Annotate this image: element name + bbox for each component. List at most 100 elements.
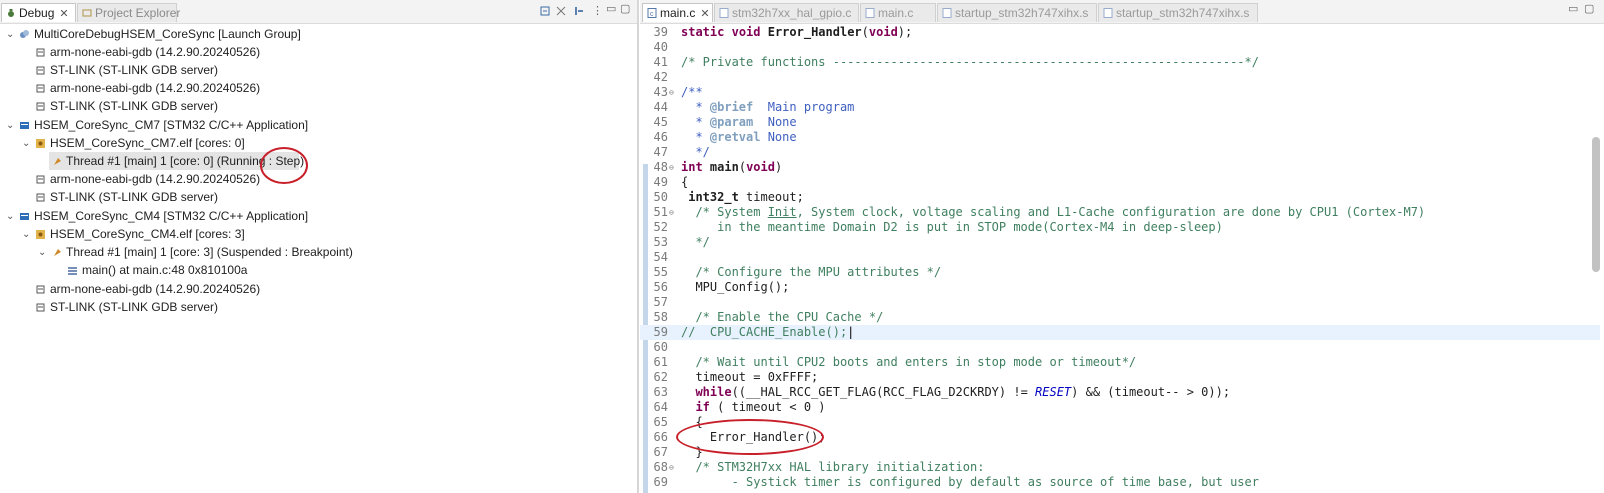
- tab-label: startup_stm32h747xihx.s: [955, 6, 1089, 20]
- line-number: 42: [653, 70, 668, 84]
- tree-item-label: Thread #1 [main] 1 [core: 3] (Suspended …: [66, 245, 353, 259]
- code-text: in the meantime Domain D2 is put in STOP…: [681, 220, 1223, 234]
- tree-item-cm7-thread[interactable]: Thread #1 [main] 1 [core: 0] (Running : …: [49, 152, 304, 170]
- fold-icon[interactable]: ⊖: [669, 160, 674, 175]
- chevron-down-icon[interactable]: ⌄: [6, 30, 15, 40]
- tree-item-cm7-config[interactable]: ⌄ HSEM_CoreSync_CM7 [STM32 C/C++ Applica…: [0, 116, 635, 134]
- code-line: 51 ⊖ /* System Init, System clock, voltag…: [640, 205, 1600, 220]
- debug-view: Debug ✕ Project Explorer ⋮ ▭ ▢ ⌄ MultiCor…: [0, 0, 639, 493]
- tree-item-stlink[interactable]: ST-LINK (ST-LINK GDB server): [0, 97, 635, 115]
- chevron-down-icon[interactable]: ⌄: [22, 230, 31, 240]
- code-line: 63 while((__HAL_RCC_GET_FLAG(RCC_FLAG_D2…: [640, 385, 1600, 400]
- view-menu-icon[interactable]: ⋮: [592, 4, 603, 17]
- code-text: while((__HAL_RCC_GET_FLAG(RCC_FLAG_D2CKR…: [695, 385, 1231, 399]
- tab-startup-s-2[interactable]: startup_stm32h747xihx.s: [1098, 3, 1258, 22]
- fold-icon[interactable]: ⊖: [669, 85, 674, 100]
- fold-icon[interactable]: ⊖: [669, 205, 674, 220]
- line-number: 68: [653, 460, 668, 474]
- debugger-process-icon: [36, 285, 45, 294]
- tree-item-stlink[interactable]: ST-LINK (ST-LINK GDB server): [0, 188, 635, 206]
- launch-config-icon: [20, 122, 29, 129]
- code-text: /**: [681, 85, 703, 99]
- code-line: 50 int32_t timeout;: [640, 190, 1600, 205]
- code-line: 68 ⊖ /* STM32H7xx HAL library initializat…: [640, 460, 1600, 475]
- code-line: 53 */: [640, 235, 1600, 250]
- code-line: 57: [640, 295, 1600, 310]
- line-number: 54: [653, 250, 668, 264]
- svg-text:c: c: [650, 11, 654, 18]
- tab-startup-s[interactable]: startup_stm32h747xihx.s: [937, 3, 1097, 22]
- fold-icon[interactable]: ⊖: [669, 460, 674, 475]
- code-text: - Systick timer is configured by default…: [681, 475, 1259, 489]
- code-text: Error_Handler();: [681, 430, 826, 444]
- asm-file-icon: [942, 8, 952, 18]
- code-text: /* STM32H7xx HAL library initialization:: [681, 460, 985, 474]
- code-line: 43 ⊖ /**: [640, 85, 1600, 100]
- tree-item-cm4-thread[interactable]: ⌄ Thread #1 [main] 1 [core: 3] (Suspende…: [0, 243, 635, 261]
- tree-item-cm4-elf[interactable]: ⌄ HSEM_CoreSync_CM4.elf [cores: 3]: [0, 225, 635, 243]
- code-line: 48 ⊖ int main(void): [640, 160, 1600, 175]
- tree-item-cm4-config[interactable]: ⌄ HSEM_CoreSync_CM4 [STM32 C/C++ Applica…: [0, 207, 635, 225]
- minimize-icon[interactable]: ▭: [1568, 2, 1578, 15]
- launch-group-icon: [20, 30, 29, 38]
- code-text: */: [681, 235, 710, 249]
- tree-item-gdb[interactable]: arm-none-eabi-gdb (14.2.90.20240526): [0, 79, 635, 97]
- code-text: }: [681, 445, 703, 459]
- tab-gpio-c[interactable]: stm32h7xx_hal_gpio.c: [714, 3, 859, 22]
- c-file-icon: [865, 8, 875, 18]
- tab-debug-label: Debug: [19, 6, 55, 20]
- tree-item-gdb[interactable]: arm-none-eabi-gdb (14.2.90.20240526): [0, 43, 635, 61]
- c-file-icon: [719, 8, 729, 18]
- debug-target-icon: [36, 230, 45, 239]
- tree-item-stlink[interactable]: ST-LINK (ST-LINK GDB server): [0, 298, 635, 316]
- code-line: 65 {: [640, 415, 1600, 430]
- close-icon[interactable]: ✕: [59, 8, 68, 20]
- code-area[interactable]: 39 static void Error_Handler(void); 40 41…: [640, 24, 1604, 493]
- line-number: 50: [653, 190, 668, 204]
- line-number: 53: [653, 235, 668, 249]
- code-line: 56 MPU_Config();: [640, 280, 1600, 295]
- maximize-icon[interactable]: ▢: [620, 2, 630, 15]
- code-line: 41 /* Private functions -----------------…: [640, 55, 1600, 70]
- tree-item-label: ST-LINK (ST-LINK GDB server): [50, 99, 219, 113]
- tree-item-cm7-elf[interactable]: ⌄ HSEM_CoreSync_CM7.elf [cores: 0]: [0, 134, 635, 152]
- tree-item-label: main() at main.c:48 0x810100a: [82, 263, 248, 277]
- code-line: 49 {: [640, 175, 1600, 190]
- line-number: 66: [653, 430, 668, 444]
- tree-item-launch-group[interactable]: ⌄ MultiCoreDebugHSEM_CoreSync [Launch Gr…: [0, 25, 635, 43]
- tab-label: startup_stm32h747xihx.s: [1116, 6, 1250, 20]
- chevron-down-icon[interactable]: ⌄: [22, 139, 31, 149]
- tab-label: stm32h7xx_hal_gpio.c: [732, 6, 852, 20]
- line-number: 55: [653, 265, 668, 279]
- tree-item-stlink[interactable]: ST-LINK (ST-LINK GDB server): [0, 61, 635, 79]
- chevron-down-icon[interactable]: ⌄: [6, 212, 15, 222]
- asm-file-icon: [1103, 8, 1113, 18]
- close-icon[interactable]: ✕: [700, 8, 709, 20]
- chevron-down-icon[interactable]: ⌄: [38, 248, 47, 258]
- chevron-down-icon[interactable]: ⌄: [6, 121, 15, 131]
- tab-project-explorer[interactable]: Project Explorer: [77, 3, 180, 22]
- remove-terminated-icon[interactable]: [556, 6, 566, 16]
- code-text: * @brief Main program: [681, 100, 855, 114]
- line-number: 48: [653, 160, 668, 174]
- tree-item-label: arm-none-eabi-gdb (14.2.90.20240526): [50, 172, 261, 186]
- code-text: int32_t timeout;: [688, 190, 804, 204]
- tab-main-c[interactable]: c main.c ✕: [642, 3, 713, 22]
- tab-main-c-2[interactable]: main.c: [860, 3, 936, 22]
- code-text: timeout = 0xFFFF;: [681, 370, 819, 384]
- collapse-all-icon[interactable]: [540, 6, 550, 16]
- step-filters-icon[interactable]: [574, 6, 584, 16]
- thread-running-icon: [54, 158, 61, 165]
- line-number: 51: [653, 205, 668, 219]
- code-text: // CPU_CACHE_Enable();|: [681, 325, 855, 339]
- tree-item-stack-frame[interactable]: main() at main.c:48 0x810100a: [0, 261, 635, 279]
- maximize-icon[interactable]: ▢: [1584, 2, 1594, 15]
- tab-debug[interactable]: Debug ✕: [1, 3, 76, 22]
- tree-item-gdb[interactable]: arm-none-eabi-gdb (14.2.90.20240526): [0, 280, 635, 298]
- line-number: 40: [653, 40, 668, 54]
- code-line: 64 if ( timeout < 0 ): [640, 400, 1600, 415]
- tree-item-gdb[interactable]: arm-none-eabi-gdb (14.2.90.20240526): [0, 170, 635, 188]
- code-editor: c main.c ✕ stm32h7xx_hal_gpio.c main.c sta…: [640, 0, 1604, 493]
- minimize-icon[interactable]: ▭: [606, 2, 616, 15]
- code-text: */: [681, 145, 710, 159]
